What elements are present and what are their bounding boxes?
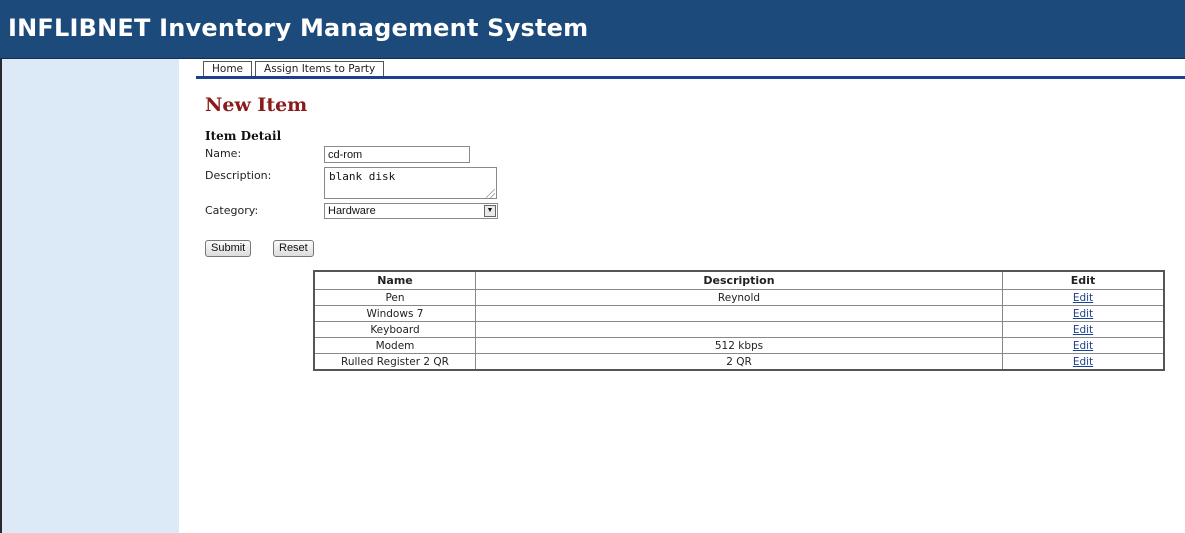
sidebar: [0, 59, 179, 533]
submit-button[interactable]: Submit: [205, 240, 252, 257]
category-label: Category:: [205, 204, 259, 217]
page-title: New Item: [205, 94, 308, 116]
table-row: Pen Reynold Edit: [313, 289, 1165, 306]
cell-name: Pen: [313, 289, 476, 306]
cell-edit: Edit: [1002, 337, 1165, 354]
cell-description: 2 QR: [475, 353, 1003, 371]
edit-link[interactable]: Edit: [1073, 308, 1093, 320]
section-title: Item Detail: [205, 129, 282, 143]
edit-link[interactable]: Edit: [1073, 340, 1093, 352]
cell-edit: Edit: [1002, 305, 1165, 322]
name-label: Name:: [205, 147, 242, 160]
cell-name: Windows 7: [313, 305, 476, 322]
cell-name: Rulled Register 2 QR: [313, 353, 476, 371]
edit-link[interactable]: Edit: [1073, 292, 1093, 304]
chevron-down-icon[interactable]: ▼: [484, 205, 496, 217]
app-header: INFLIBNET Inventory Management System: [0, 0, 1185, 59]
table-row: Rulled Register 2 QR 2 QR Edit: [313, 353, 1165, 371]
cell-edit: Edit: [1002, 353, 1165, 371]
name-input[interactable]: [324, 146, 470, 163]
table-row: Modem 512 kbps Edit: [313, 337, 1165, 354]
app-title: INFLIBNET Inventory Management System: [8, 14, 589, 42]
table-row: Windows 7 Edit: [313, 305, 1165, 322]
column-header-description: Description: [475, 270, 1003, 290]
column-header-name: Name: [313, 270, 476, 290]
column-header-edit: Edit: [1002, 270, 1165, 290]
cell-edit: Edit: [1002, 289, 1165, 306]
category-selected-value: Hardware: [328, 205, 376, 217]
cell-description: Reynold: [475, 289, 1003, 306]
nav-tab-assign-items[interactable]: Assign Items to Party: [255, 61, 385, 76]
cell-edit: Edit: [1002, 321, 1165, 338]
edit-link[interactable]: Edit: [1073, 356, 1093, 368]
reset-button[interactable]: Reset: [273, 240, 314, 257]
nav-divider: [196, 76, 1185, 79]
nav-tab-home[interactable]: Home: [203, 61, 253, 76]
window-left-edge: [0, 59, 2, 533]
items-table: Name Description Edit Pen Reynold Edit W…: [313, 270, 1165, 371]
description-textarea[interactable]: blank disk: [324, 167, 497, 199]
table-row: Keyboard Edit: [313, 321, 1165, 338]
edit-link[interactable]: Edit: [1073, 324, 1093, 336]
cell-description: [475, 321, 1003, 338]
cell-description: 512 kbps: [475, 337, 1003, 354]
top-nav: Home Assign Items to Party: [203, 61, 387, 76]
cell-name: Keyboard: [313, 321, 476, 338]
cell-name: Modem: [313, 337, 476, 354]
resize-grip-icon[interactable]: [486, 189, 495, 198]
cell-description: [475, 305, 1003, 322]
description-label: Description:: [205, 169, 272, 182]
category-select[interactable]: Hardware ▼: [324, 203, 498, 219]
table-header-row: Name Description Edit: [313, 270, 1165, 290]
